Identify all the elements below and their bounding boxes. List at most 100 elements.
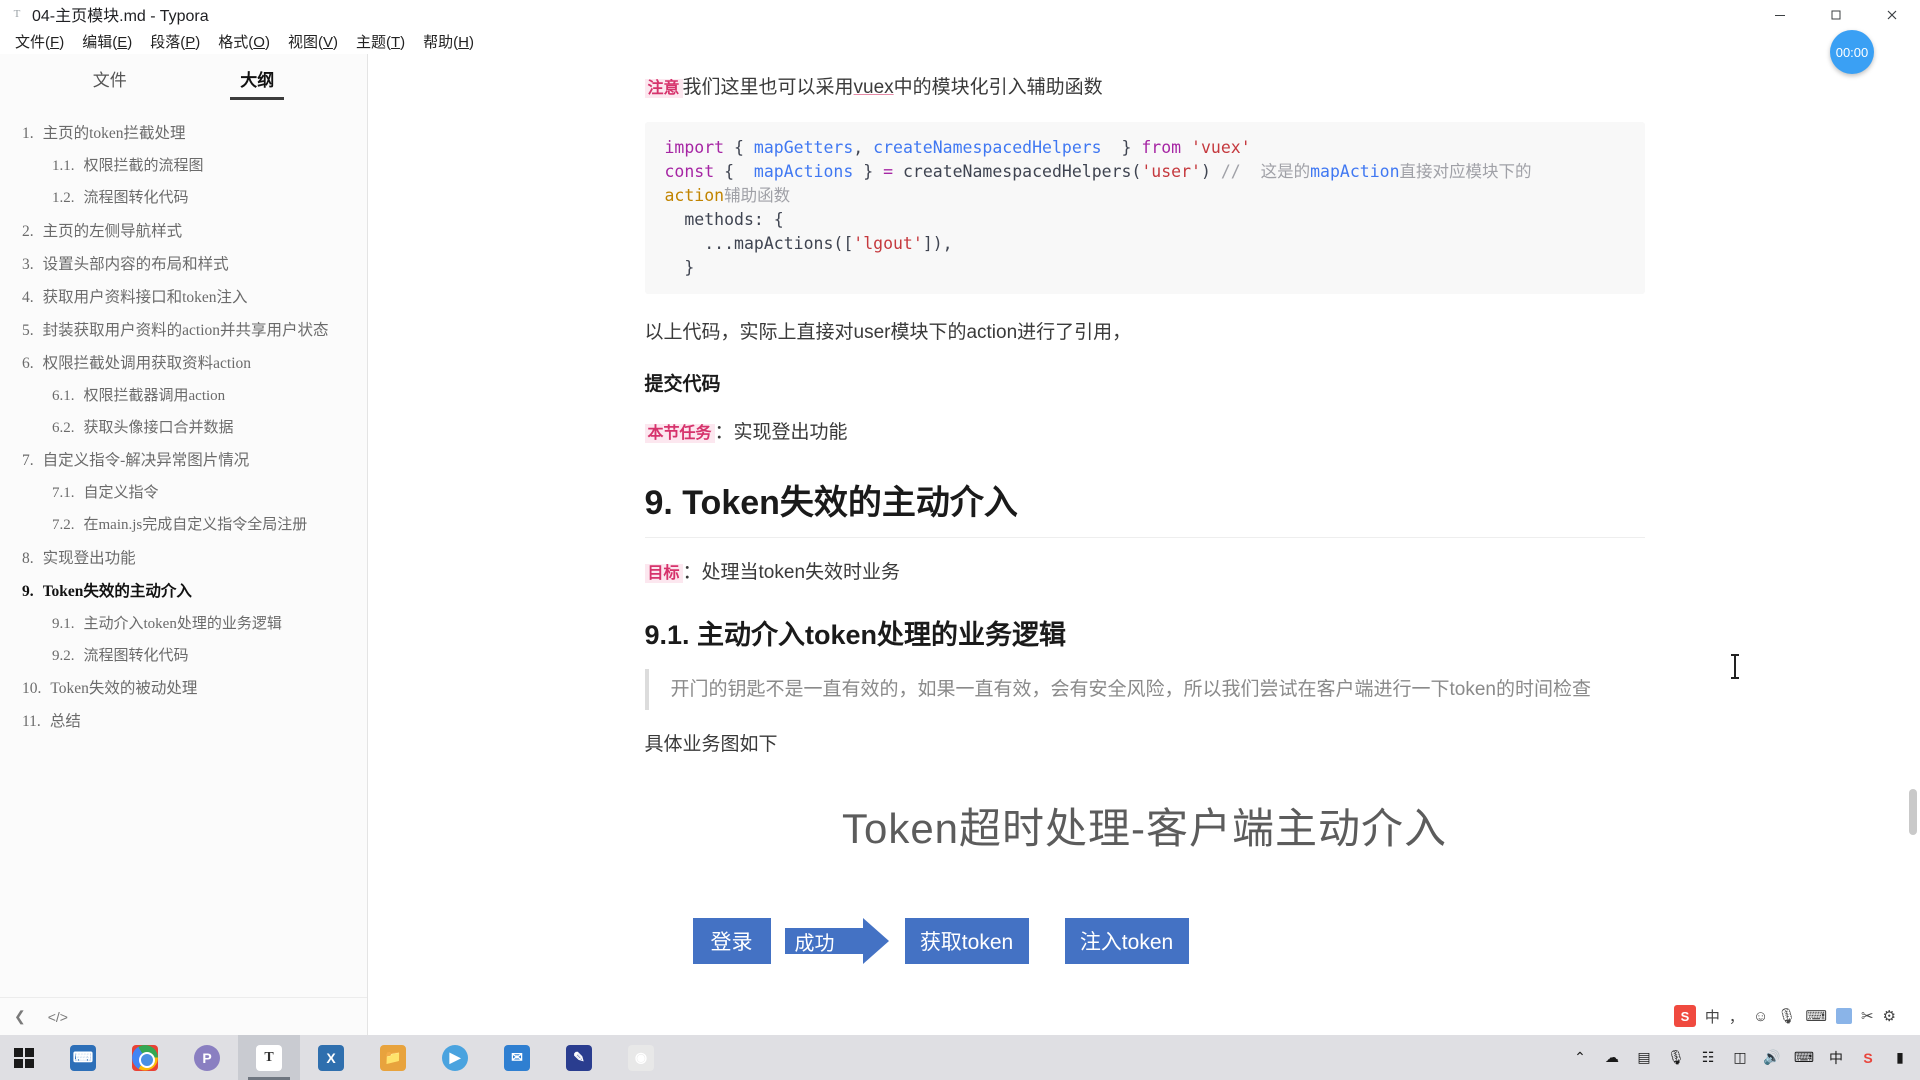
outline-item[interactable]: 1.1. 权限拦截的流程图 [22, 155, 357, 178]
outline-item[interactable]: 6.2. 获取头像接口合并数据 [22, 417, 357, 440]
outline-item[interactable]: 9. Token失效的主动介入 [22, 580, 357, 604]
tray-chevron-up-icon[interactable]: ⌃ [1570, 1048, 1590, 1068]
tray-microphone-icon[interactable]: 🎙 [1666, 1048, 1686, 1068]
menu-format[interactable]: 格式(O) [209, 29, 279, 54]
outline-item-label: 获取头像接口合并数据 [83, 419, 234, 436]
outline-item-label: 权限拦截器调用action [83, 387, 226, 404]
code-token: ) [1200, 162, 1221, 182]
source-code-icon[interactable]: </> [48, 1009, 68, 1025]
ime-voice-icon[interactable]: 🎙 [1777, 1007, 1796, 1025]
taskbar-app-colors-app[interactable]: ◉ [610, 1035, 672, 1080]
tray-onedrive-icon[interactable]: ☁ [1602, 1048, 1622, 1068]
taskbar-app-terminal[interactable]: ⌨ [52, 1035, 114, 1080]
outline-item-label: Token失效的主动介入 [42, 582, 192, 600]
code-token: action [664, 186, 725, 206]
code-token: 'vuex' [1191, 138, 1251, 158]
taskbar-app-phpstorm[interactable]: P [176, 1035, 238, 1080]
outline-item[interactable]: 3. 设置头部内容的布局和样式 [22, 253, 357, 277]
outline-item[interactable]: 5. 封装获取用户资料的action并共享用户状态 [22, 319, 357, 343]
tab-files[interactable]: 文件 [93, 66, 127, 100]
windows-start-icon[interactable] [0, 1035, 48, 1080]
outline-item[interactable]: 8. 实现登出功能 [22, 547, 357, 571]
menu-theme[interactable]: 主题(T) [347, 29, 414, 54]
window-controls [1752, 0, 1920, 29]
tray-ime-language-icon[interactable]: 中 [1826, 1048, 1846, 1068]
vertical-scrollbar[interactable] [1908, 54, 1918, 1035]
outline-item-number: 7. [22, 452, 34, 470]
outline-item[interactable]: 4. 获取用户资料接口和token注入 [22, 286, 357, 310]
outline-list: 1. 主页的token拦截处理 1.1. 权限拦截的流程图 1.2. 流程图转化代码 2. 主… [0, 100, 367, 997]
taskbar-app-editor-app[interactable]: ✎ [548, 1035, 610, 1080]
screen-recorder-timer[interactable]: 00:00 [1830, 30, 1874, 74]
outline-item[interactable]: 7.1. 自定义指令 [22, 482, 357, 505]
mail-icon: ✉ [504, 1044, 530, 1071]
menu-help[interactable]: 帮助(H) [414, 29, 483, 54]
code-token: ]), [922, 233, 953, 253]
tray-app-icon[interactable]: ▤ [1634, 1048, 1654, 1068]
outline-item[interactable]: 6.1. 权限拦截器调用action [22, 385, 357, 408]
ime-emoji-icon[interactable]: ☺ [1753, 1008, 1768, 1025]
ime-keyboard-icon[interactable]: ⌨ [1805, 1007, 1827, 1025]
tray-network-icon[interactable]: ☷ [1698, 1048, 1718, 1068]
close-button[interactable] [1864, 0, 1920, 29]
outline-item-label: 设置头部内容的布局和样式 [42, 255, 229, 273]
outline-item[interactable]: 1.2. 流程图转化代码 [22, 187, 357, 210]
taskbar-app-typora[interactable]: T [238, 1035, 300, 1080]
taskbar-app-chrome[interactable] [114, 1035, 176, 1080]
outline-item[interactable]: 6. 权限拦截处调用获取资料action [22, 352, 357, 376]
tray-notifications-icon[interactable]: ▮ [1890, 1048, 1910, 1068]
taskbar-app-potplayer[interactable]: ▶ [424, 1035, 486, 1080]
outline-item[interactable]: 11. 总结 [22, 710, 357, 734]
maximize-button[interactable] [1808, 0, 1864, 29]
scrollbar-thumb[interactable] [1909, 789, 1917, 835]
ime-screenshot-icon[interactable]: ✂ [1861, 1007, 1874, 1025]
goal-tag: 目标 [644, 564, 683, 584]
outline-item-label: 自定义指令 [83, 485, 159, 502]
outline-item[interactable]: 2. 主页的左侧导航样式 [22, 220, 357, 244]
outline-item-label: 权限拦截处调用获取资料action [42, 354, 251, 372]
sogou-ime-toolbar[interactable]: S 中 ， ☺ 🎙 ⌨ ✂ ⚙ [1667, 1000, 1902, 1032]
vuex-link[interactable]: vuex [854, 77, 894, 98]
task-separator: ： [714, 422, 734, 444]
taskbar-app-file-explorer[interactable]: 📁 [362, 1035, 424, 1080]
phpstorm-icon: P [194, 1044, 220, 1071]
tray-sogou-icon[interactable]: S [1858, 1048, 1878, 1068]
outline-item-label: 流程图转化代码 [83, 190, 189, 207]
tray-volume-icon[interactable]: 🔊 [1762, 1048, 1782, 1068]
chevron-left-icon[interactable]: ❮ [14, 1008, 26, 1025]
taskbar-app-vscode[interactable]: X [300, 1035, 362, 1080]
ime-settings-icon[interactable]: ⚙ [1883, 1007, 1896, 1025]
ime-punctuation-icon[interactable]: ， [1729, 1006, 1744, 1027]
outline-item[interactable]: 10. Token失效的被动处理 [22, 677, 357, 701]
code-token: createNamespacedHelpers( [902, 162, 1142, 182]
outline-item[interactable]: 1. 主页的token拦截处理 [22, 122, 357, 146]
menu-paragraph[interactable]: 段落(P) [141, 29, 209, 54]
tray-battery-icon[interactable]: ◫ [1730, 1048, 1750, 1068]
outline-item[interactable]: 9.1. 主动介入token处理的业务逻辑 [22, 613, 357, 636]
potplayer-icon: ▶ [442, 1044, 468, 1071]
editor-area[interactable]: 注意 我们这里也可以采用vuex中的模块化引入辅助函数 import { mapG… [369, 54, 1920, 1035]
code-block[interactable]: import { mapGetters, createNamespacedHel… [644, 122, 1645, 294]
menu-file[interactable]: 文件(F) [6, 29, 73, 54]
outline-item[interactable]: 7. 自定义指令-解决异常图片情况 [22, 449, 357, 473]
taskbar-app-mail[interactable]: ✉ [486, 1035, 548, 1080]
outline-item-number: 9.2. [52, 647, 75, 664]
outline-item-label: Token失效的被动处理 [50, 680, 198, 698]
menu-view[interactable]: 视图(V) [279, 29, 347, 54]
sogou-logo-icon[interactable]: S [1673, 1005, 1696, 1027]
code-token: createNamespacedHelpers [873, 138, 1102, 158]
ime-mode-chinese[interactable]: 中 [1705, 1006, 1720, 1027]
code-token: mapGetters [753, 138, 854, 158]
outline-item-number: 3. [22, 255, 34, 273]
ime-image-icon[interactable] [1835, 1008, 1852, 1024]
code-token: { [734, 138, 754, 158]
minimize-button[interactable] [1752, 0, 1808, 29]
menu-edit[interactable]: 编辑(E) [73, 29, 141, 54]
tray-keyboard-icon[interactable]: ⌨ [1794, 1048, 1814, 1068]
code-token: from [1141, 138, 1192, 158]
outline-item-number: 11. [22, 713, 41, 731]
outline-item-label: 权限拦截的流程图 [83, 158, 204, 175]
outline-item[interactable]: 7.2. 在main.js完成自定义指令全局注册 [22, 514, 357, 537]
outline-item[interactable]: 9.2. 流程图转化代码 [22, 645, 357, 668]
tab-outline[interactable]: 大纲 [230, 66, 285, 100]
